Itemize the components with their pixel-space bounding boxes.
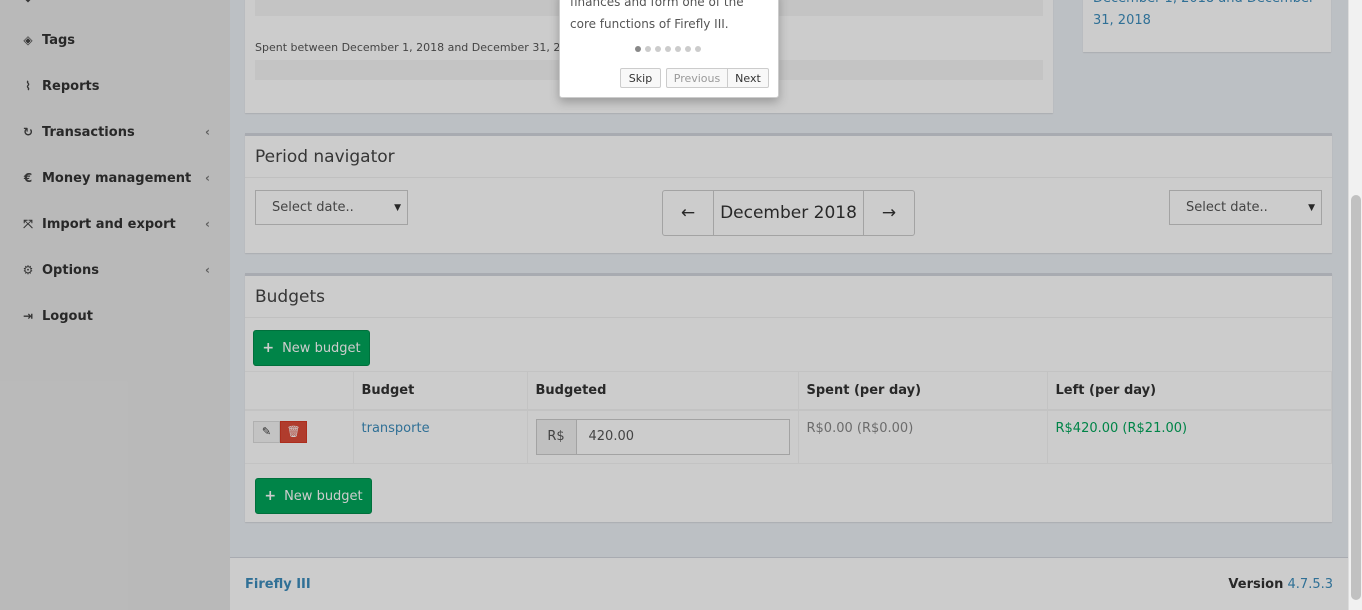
chevron-left-icon: ‹ bbox=[205, 171, 210, 185]
delete-button[interactable]: 🗑 bbox=[280, 420, 307, 443]
footer: Firefly III Version 4.7.5.3 bbox=[230, 557, 1348, 610]
pencil-icon: ✎ bbox=[261, 425, 272, 438]
sign-out-icon: ⇥ bbox=[22, 309, 34, 323]
sidebar-item-label: Logout bbox=[42, 308, 93, 324]
next-period-button[interactable]: → bbox=[864, 191, 914, 235]
plus-icon: + bbox=[262, 340, 275, 356]
period-navigator-title: Period navigator bbox=[245, 136, 1332, 178]
budget-name-link[interactable]: transporte bbox=[362, 421, 430, 436]
edit-button[interactable]: ✎ bbox=[253, 420, 280, 443]
tour-step-dot[interactable] bbox=[695, 46, 701, 52]
left-cell: R$420.00 (R$21.00) bbox=[1047, 409, 1332, 464]
date-select-left[interactable]: Select date.. ▼ bbox=[255, 190, 408, 225]
version-label: Version bbox=[1228, 576, 1284, 592]
sidebar-item-partial[interactable]: ◆ bbox=[20, 0, 210, 8]
date-select-right-value: Select date.. bbox=[1186, 200, 1268, 215]
tour-next-button[interactable]: Next bbox=[727, 68, 769, 88]
period-button-group: ← December 2018 → bbox=[662, 190, 915, 236]
column-header-budgeted[interactable]: Budgeted bbox=[527, 371, 799, 411]
sidebar-item-label: Transactions bbox=[42, 124, 135, 140]
spent-value: R$0.00 (R$0.00) bbox=[806, 420, 914, 436]
budgeted-cell: R$ 420.00 bbox=[527, 409, 799, 464]
tour-step-dot[interactable] bbox=[685, 46, 691, 52]
new-budget-button-bottom[interactable]: + New budget bbox=[255, 478, 372, 514]
sidebar-item-label: Reports bbox=[42, 78, 100, 94]
period-info-box: December 1, 2018 and December 31, 2018 bbox=[1083, 0, 1331, 52]
currency-addon: R$ bbox=[536, 419, 577, 454]
euro-icon: € bbox=[23, 171, 33, 185]
spent-cell: R$0.00 (R$0.00) bbox=[798, 409, 1048, 464]
new-budget-label: New budget bbox=[284, 488, 363, 504]
chevron-left-icon: ‹ bbox=[205, 217, 210, 231]
sidebar-item-label: Money management bbox=[42, 170, 192, 186]
sidebar-item-label: Options bbox=[42, 262, 99, 278]
sidebar-item-options[interactable]: ⚙ Options ‹ bbox=[20, 259, 210, 281]
main-content: Spent between December 1, 2018 and Decem… bbox=[230, 0, 1348, 610]
column-header-actions bbox=[245, 371, 354, 411]
budget-name-cell: transporte bbox=[353, 409, 528, 464]
row-actions: ✎ 🗑 bbox=[245, 409, 354, 464]
sidebar-item-transactions[interactable]: ↻ Transactions ‹ bbox=[20, 121, 210, 143]
sidebar: ◆ ◈ Tags ⌇ Reports ↻ Transactions ‹ € Mo… bbox=[0, 0, 230, 610]
new-budget-label: New budget bbox=[282, 340, 361, 356]
vertical-scrollbar[interactable] bbox=[1348, 0, 1362, 610]
column-header-budget[interactable]: Budget bbox=[353, 371, 528, 411]
spent-summary-text: Spent between December 1, 2018 and Decem… bbox=[255, 41, 611, 54]
tour-step-dot[interactable] bbox=[645, 46, 651, 52]
tour-skip-button[interactable]: Skip bbox=[620, 68, 661, 88]
chevron-left-icon: ‹ bbox=[205, 125, 210, 139]
footer-brand-link[interactable]: Firefly III bbox=[245, 577, 311, 592]
trash-icon: 🗑 bbox=[286, 425, 301, 438]
sidebar-item-tags[interactable]: ◈ Tags bbox=[20, 29, 210, 51]
tags-icon: ◈ bbox=[23, 33, 33, 47]
arrows-icon: ⤧ bbox=[23, 216, 33, 231]
chevron-left-icon: ‹ bbox=[205, 263, 210, 277]
scrollbar-thumb[interactable] bbox=[1351, 195, 1361, 600]
sidebar-item-money-management[interactable]: € Money management ‹ bbox=[20, 167, 210, 189]
refresh-icon: ↻ bbox=[22, 125, 34, 139]
caret-down-icon: ▼ bbox=[1308, 202, 1315, 213]
tour-step-indicator bbox=[635, 46, 701, 52]
new-budget-button-top[interactable]: + New budget bbox=[253, 330, 370, 366]
caret-down-icon: ▼ bbox=[394, 202, 401, 213]
cogs-icon: ⚙ bbox=[22, 263, 34, 277]
version-link[interactable]: 4.7.5.3 bbox=[1288, 577, 1333, 592]
budgeted-input-group: R$ 420.00 bbox=[535, 418, 790, 455]
sidebar-item-reports[interactable]: ⌇ Reports bbox=[20, 75, 210, 97]
sidebar-item-logout[interactable]: ⇥ Logout bbox=[20, 305, 210, 327]
date-select-left-value: Select date.. bbox=[272, 200, 354, 215]
previous-period-button[interactable]: ← bbox=[663, 191, 714, 235]
budgets-table: Budget Budgeted Spent (per day) Left (pe… bbox=[245, 371, 1332, 464]
column-header-left[interactable]: Left (per day) bbox=[1047, 371, 1332, 411]
current-period-button[interactable]: December 2018 bbox=[714, 191, 864, 235]
plus-icon: + bbox=[264, 488, 277, 504]
tour-step-dot[interactable] bbox=[675, 46, 681, 52]
tag-icon: ◆ bbox=[20, 0, 36, 4]
date-select-right[interactable]: Select date.. ▼ bbox=[1169, 190, 1322, 225]
budgets-title: Budgets bbox=[245, 276, 1332, 318]
tour-step-dot[interactable] bbox=[635, 46, 641, 52]
table-row: ✎ 🗑 transporte R$ 420.00 R$0.00 (R$0.00)… bbox=[245, 409, 1332, 464]
budgets-box: Budgets + New budget Budget Budgeted Spe… bbox=[245, 273, 1332, 522]
sidebar-item-label: Tags bbox=[42, 32, 76, 48]
sidebar-item-import-export[interactable]: ⤧ Import and export ‹ bbox=[20, 213, 210, 235]
footer-version: Version 4.7.5.3 bbox=[1228, 577, 1333, 592]
tour-step-dot[interactable] bbox=[665, 46, 671, 52]
period-navigator-box: Period navigator Select date.. ▼ ← Decem… bbox=[245, 133, 1332, 253]
line-chart-icon: ⌇ bbox=[25, 79, 31, 93]
period-link[interactable]: December 1, 2018 and December 31, 2018 bbox=[1093, 0, 1318, 32]
tour-popover: finances and form one of the core functi… bbox=[559, 0, 779, 98]
budgeted-amount-input[interactable]: 420.00 bbox=[577, 420, 789, 454]
sidebar-item-label: Import and export bbox=[42, 216, 176, 232]
left-value: R$420.00 (R$21.00) bbox=[1055, 420, 1188, 436]
column-header-spent[interactable]: Spent (per day) bbox=[798, 371, 1048, 411]
tour-text: finances and form one of the core functi… bbox=[570, 0, 744, 31]
tour-step-dot[interactable] bbox=[655, 46, 661, 52]
tour-previous-button[interactable]: Previous bbox=[666, 68, 728, 88]
